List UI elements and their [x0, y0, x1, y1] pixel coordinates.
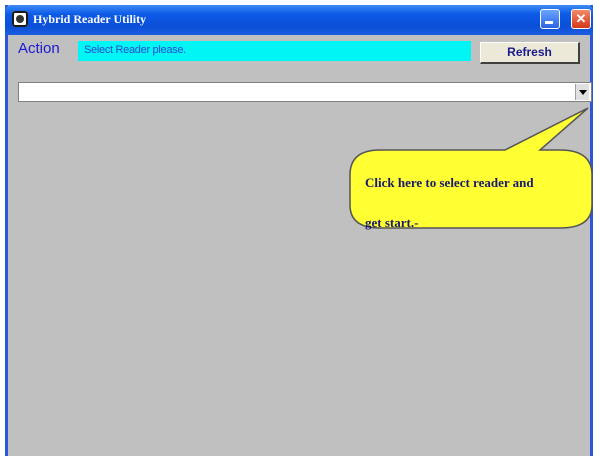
- callout-line-2: get start.-: [365, 215, 419, 230]
- callout-line-1: Click here to select reader and: [365, 175, 534, 190]
- callout-text: Click here to select reader and get star…: [365, 163, 580, 243]
